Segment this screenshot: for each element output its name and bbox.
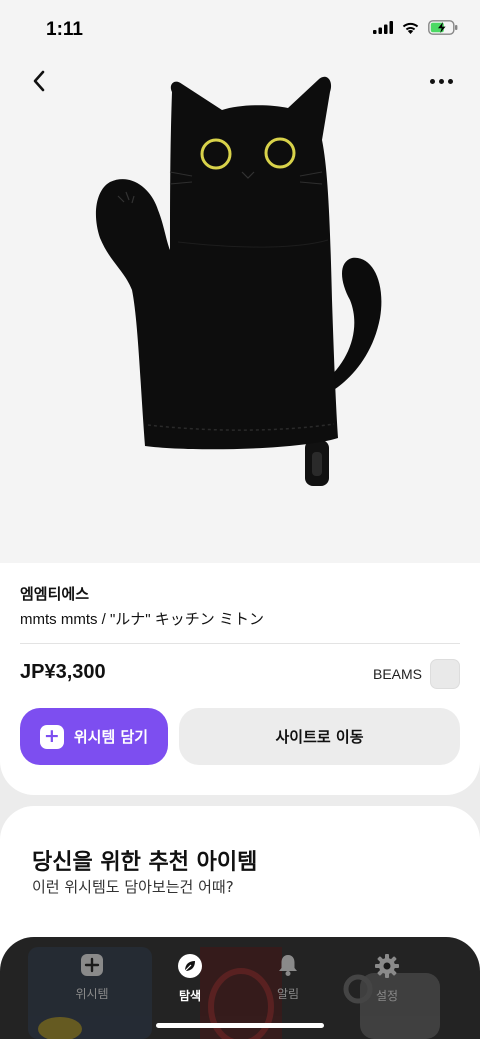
add-to-wishlist-button[interactable]: + 위시템 담기 xyxy=(20,708,168,765)
cellular-signal-icon xyxy=(373,21,393,34)
add-to-wishlist-label: 위시템 담기 xyxy=(73,728,149,746)
recommendation-subtitle: 이런 위시템도 담아보는건 어때? xyxy=(32,878,234,896)
shop-link[interactable]: BEAMS xyxy=(373,659,460,689)
status-time: 1:11 xyxy=(46,19,83,40)
tab-settings-label: 설정 xyxy=(375,989,399,1003)
more-options-button[interactable] xyxy=(424,64,458,98)
more-dots-icon xyxy=(429,78,435,84)
shop-logo xyxy=(430,659,460,689)
shop-name: BEAMS xyxy=(372,666,422,682)
more-dot xyxy=(438,78,444,84)
tab-notifications[interactable]: 알림 xyxy=(243,953,333,1002)
home-indicator[interactable] xyxy=(156,1023,324,1028)
bottom-tab-bar: 위시템 탐색 알림 설정 xyxy=(0,937,480,1039)
gear-icon xyxy=(375,954,399,978)
status-bar: 1:11 xyxy=(0,0,480,60)
tab-explore[interactable]: 탐색 xyxy=(145,953,235,1004)
back-button[interactable] xyxy=(22,64,56,98)
product-image xyxy=(0,0,480,565)
more-dot xyxy=(447,78,453,84)
tab-notifications-label: 알림 xyxy=(276,987,300,1001)
product-name: mmts mmts / "ルナ" キッチン ミトン xyxy=(20,611,264,628)
divider xyxy=(20,643,460,644)
product-price: JP¥3,300 xyxy=(20,661,106,683)
status-icons xyxy=(373,20,458,35)
go-to-site-label: 사이트로 이동 xyxy=(275,728,364,746)
battery-charging-icon xyxy=(428,20,458,35)
plus-icon: + xyxy=(39,724,64,749)
go-to-site-button[interactable]: 사이트로 이동 xyxy=(179,708,460,765)
cat-oven-mitt-image xyxy=(95,76,382,486)
brand-name[interactable]: 엠엠티에스 xyxy=(20,583,89,604)
chevron-left-icon xyxy=(33,70,45,92)
bell-icon xyxy=(279,955,297,976)
leaf-icon xyxy=(178,954,202,978)
tab-explore-label: 탐색 xyxy=(178,989,202,1003)
wifi-icon xyxy=(402,22,419,34)
tab-wishlist-label: 위시템 xyxy=(75,987,109,1001)
plus-square-icon xyxy=(81,954,103,976)
tab-wishlist[interactable]: 위시템 xyxy=(47,953,137,1002)
tab-settings[interactable]: 설정 xyxy=(342,953,432,1004)
recommendation-title: 당신을 위한 추천 아이템 xyxy=(32,850,258,875)
product-info-card: 엠엠티에스 mmts mmts / "ルナ" キッチン ミトン JP¥3,300… xyxy=(0,563,480,795)
